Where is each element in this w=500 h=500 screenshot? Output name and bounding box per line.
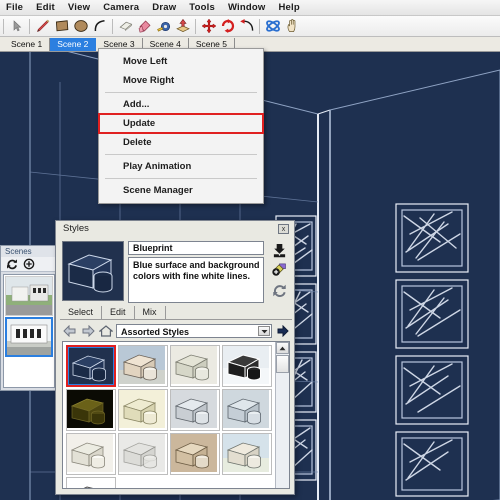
style-swatch-12[interactable] bbox=[222, 433, 272, 475]
toolbar-separator bbox=[29, 18, 30, 34]
menu-file[interactable]: File bbox=[6, 2, 23, 13]
back-arrow-icon[interactable] bbox=[62, 324, 77, 338]
select-arrow-icon[interactable] bbox=[7, 17, 26, 36]
scene-thumb-2[interactable] bbox=[5, 317, 53, 357]
push-pull-icon[interactable] bbox=[173, 17, 192, 36]
sketchup-window: File Edit View Camera Draw Tools Window … bbox=[0, 0, 500, 500]
forward-arrow-icon[interactable] bbox=[80, 324, 95, 338]
toolbar-separator bbox=[3, 18, 4, 34]
scenes-panel-toolbar bbox=[1, 257, 57, 272]
scenes-thumbnail-list[interactable] bbox=[3, 274, 55, 388]
paint-bucket-icon[interactable] bbox=[135, 17, 154, 36]
styles-dialog-title: Styles bbox=[63, 223, 89, 234]
ctx-play-animation[interactable]: Play Animation bbox=[99, 157, 263, 176]
ctx-update[interactable]: Update bbox=[98, 113, 264, 134]
follow-me-icon[interactable] bbox=[237, 17, 256, 36]
ctx-move-right[interactable]: Move Right bbox=[99, 71, 263, 90]
rectangle-icon[interactable] bbox=[52, 17, 71, 36]
line-pencil-icon[interactable] bbox=[33, 17, 52, 36]
styles-scrollbar[interactable] bbox=[275, 342, 289, 488]
style-collection-dropdown[interactable]: Assorted Styles bbox=[116, 324, 272, 338]
create-new-style-icon[interactable] bbox=[270, 242, 288, 258]
home-icon[interactable] bbox=[98, 324, 113, 338]
styles-dialog: Styles x Blueprint Blue surface and back… bbox=[55, 220, 295, 495]
scroll-up-icon[interactable] bbox=[276, 342, 289, 354]
ctx-move-left[interactable]: Move Left bbox=[99, 52, 263, 71]
pan-icon[interactable] bbox=[282, 17, 301, 36]
chevron-down-icon[interactable] bbox=[258, 326, 270, 336]
menu-edit[interactable]: Edit bbox=[36, 2, 55, 13]
menu-tools[interactable]: Tools bbox=[189, 2, 215, 13]
style-preview-thumbnail bbox=[62, 241, 124, 301]
add-scene-icon[interactable] bbox=[21, 257, 36, 271]
style-swatch-2[interactable] bbox=[118, 345, 168, 387]
menu-view[interactable]: View bbox=[68, 2, 90, 13]
scene-tab-1[interactable]: Scene 1 bbox=[4, 38, 51, 51]
style-swatch-11[interactable] bbox=[170, 433, 220, 475]
styles-tab-strip: Select Edit Mix bbox=[60, 306, 292, 320]
orbit-icon[interactable] bbox=[263, 17, 282, 36]
ctx-add[interactable]: Add... bbox=[99, 95, 263, 114]
ctx-scene-manager[interactable]: Scene Manager bbox=[99, 181, 263, 200]
scene-context-menu: Move Left Move Right Add... Update Delet… bbox=[98, 48, 264, 204]
toolbar-separator bbox=[259, 18, 260, 34]
scene-thumb-1[interactable] bbox=[5, 276, 53, 316]
rotate-icon[interactable] bbox=[218, 17, 237, 36]
style-swatch-8[interactable] bbox=[222, 389, 272, 431]
style-swatch-9[interactable] bbox=[66, 433, 116, 475]
ctx-separator bbox=[105, 178, 257, 179]
styles-swatch-browser[interactable] bbox=[62, 341, 290, 489]
style-swatch-5[interactable] bbox=[66, 389, 116, 431]
style-name-field[interactable]: Blueprint bbox=[128, 241, 264, 255]
styles-navigation-bar: Assorted Styles bbox=[62, 323, 290, 339]
style-swatch-10[interactable] bbox=[118, 433, 168, 475]
styles-dialog-title-bar: Styles x bbox=[56, 221, 294, 238]
toolbar-separator bbox=[112, 18, 113, 34]
style-swatch-13[interactable] bbox=[66, 477, 116, 488]
paint-bucket-plus-icon[interactable] bbox=[270, 262, 288, 278]
ctx-separator bbox=[105, 154, 257, 155]
details-arrow-icon[interactable] bbox=[275, 324, 290, 338]
styles-tab-mix[interactable]: Mix bbox=[135, 306, 166, 319]
update-scene-icon[interactable] bbox=[4, 257, 19, 271]
styles-side-buttons bbox=[268, 241, 290, 303]
ctx-separator bbox=[105, 92, 257, 93]
style-description-field[interactable]: Blue surface and background colors with … bbox=[128, 257, 264, 303]
scrollbar-thumb[interactable] bbox=[276, 355, 289, 373]
style-swatch-3[interactable] bbox=[170, 345, 220, 387]
update-style-icon[interactable] bbox=[270, 282, 288, 298]
styles-tab-select[interactable]: Select bbox=[60, 306, 103, 319]
style-swatch-blueprint[interactable] bbox=[66, 345, 116, 387]
scene-tab-2[interactable]: Scene 2 bbox=[50, 38, 97, 51]
styles-fields: Blueprint Blue surface and background co… bbox=[128, 241, 264, 303]
toolbar-separator bbox=[195, 18, 196, 34]
menu-help[interactable]: Help bbox=[278, 2, 299, 13]
move-icon[interactable] bbox=[199, 17, 218, 36]
styles-tab-edit[interactable]: Edit bbox=[102, 306, 135, 319]
style-swatch-4[interactable] bbox=[222, 345, 272, 387]
styles-header: Blueprint Blue surface and background co… bbox=[62, 241, 290, 303]
close-icon[interactable]: x bbox=[278, 224, 289, 234]
styles-swatch-grid bbox=[63, 342, 275, 488]
menu-window[interactable]: Window bbox=[228, 2, 266, 13]
menu-camera[interactable]: Camera bbox=[103, 2, 139, 13]
style-swatch-6[interactable] bbox=[118, 389, 168, 431]
ctx-delete[interactable]: Delete bbox=[99, 133, 263, 152]
main-toolbar bbox=[0, 16, 500, 37]
arc-icon[interactable] bbox=[90, 17, 109, 36]
style-collection-value: Assorted Styles bbox=[121, 326, 190, 337]
scenes-panel-title: Scenes bbox=[1, 246, 57, 257]
scenes-panel: Scenes bbox=[0, 245, 58, 391]
menu-bar: File Edit View Camera Draw Tools Window … bbox=[0, 0, 500, 16]
eraser-icon[interactable] bbox=[116, 17, 135, 36]
style-swatch-7[interactable] bbox=[170, 389, 220, 431]
circle-icon[interactable] bbox=[71, 17, 90, 36]
menu-draw[interactable]: Draw bbox=[152, 2, 176, 13]
tape-measure-icon[interactable] bbox=[154, 17, 173, 36]
